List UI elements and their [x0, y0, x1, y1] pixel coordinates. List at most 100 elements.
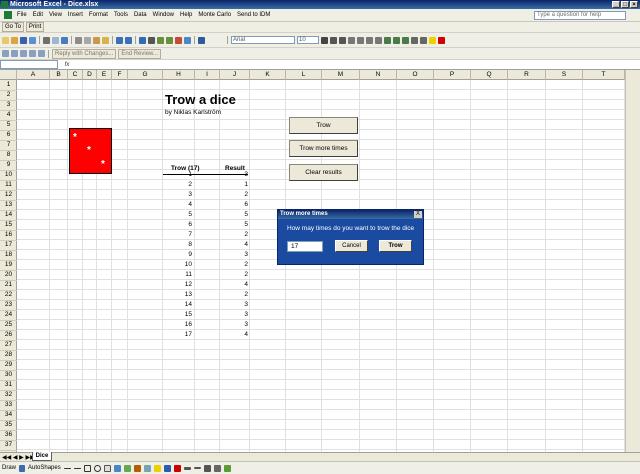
permission-icon[interactable] — [29, 36, 36, 44]
currency-icon[interactable] — [384, 36, 391, 44]
select-all-corner[interactable] — [0, 70, 17, 80]
arrow-icon[interactable] — [73, 467, 81, 469]
paste-icon[interactable] — [93, 36, 100, 44]
help-icon[interactable] — [198, 36, 205, 44]
col-h[interactable]: H — [163, 70, 195, 80]
menu-file[interactable]: File — [14, 9, 30, 22]
trow-cell[interactable]: 5 — [163, 210, 192, 220]
menu-view[interactable]: View — [46, 9, 65, 22]
textbox-icon[interactable] — [103, 464, 111, 472]
undo-icon[interactable] — [116, 36, 123, 44]
result-cell[interactable]: 2 — [220, 190, 248, 200]
sort-desc-icon[interactable] — [166, 36, 173, 44]
col-c[interactable]: C — [68, 70, 83, 80]
percent-icon[interactable] — [393, 36, 400, 44]
menu-tools[interactable]: Tools — [111, 9, 131, 22]
line-style-icon[interactable] — [183, 466, 191, 470]
picture-icon[interactable] — [143, 464, 151, 472]
formula-input[interactable] — [76, 60, 640, 69]
copy-icon[interactable] — [84, 36, 91, 44]
col-i[interactable]: I — [195, 70, 220, 80]
menu-insert[interactable]: Insert — [65, 9, 86, 22]
trow-cell[interactable]: 3 — [163, 190, 192, 200]
align-left-icon[interactable] — [348, 36, 355, 44]
align-right-icon[interactable] — [366, 36, 373, 44]
col-r[interactable]: R — [508, 70, 546, 80]
fill-color-icon[interactable] — [429, 36, 436, 44]
underline-icon[interactable] — [339, 36, 346, 44]
sheet-tab-dice[interactable]: Dice — [32, 452, 52, 461]
row-header[interactable]: 37 — [0, 440, 17, 451]
result-cell[interactable]: 1 — [220, 180, 248, 190]
trow-cell[interactable]: 8 — [163, 240, 192, 250]
trow-cell[interactable]: 13 — [163, 290, 192, 300]
trow-cell[interactable]: 4 — [163, 200, 192, 210]
new-icon[interactable] — [2, 36, 9, 44]
shadow-icon[interactable] — [213, 464, 221, 472]
protect-icon[interactable] — [20, 50, 27, 57]
share-icon[interactable] — [29, 50, 36, 57]
restore-button[interactable]: □ — [621, 1, 629, 8]
ask-question-input[interactable]: Type a question for help — [534, 11, 626, 20]
col-b[interactable]: B — [50, 70, 68, 80]
name-box[interactable] — [0, 60, 58, 69]
trow-more-times-button[interactable]: Trow more times — [289, 140, 358, 157]
col-f[interactable]: F — [112, 70, 128, 80]
menu-window[interactable]: Window — [150, 9, 177, 22]
result-cell[interactable]: 6 — [220, 200, 248, 210]
trow-cell[interactable]: 17 — [163, 330, 192, 340]
result-cell[interactable]: 5 — [220, 220, 248, 230]
times-input[interactable]: 17 — [287, 241, 323, 252]
wordart-icon[interactable] — [113, 464, 121, 472]
draw-menu[interactable]: Draw — [2, 465, 16, 471]
trow-cell[interactable]: 1 — [163, 170, 192, 180]
clipart-icon[interactable] — [133, 464, 141, 472]
autosum-icon[interactable] — [148, 36, 155, 44]
italic-icon[interactable] — [330, 36, 337, 44]
result-cell[interactable]: 2 — [220, 270, 248, 280]
trow-button[interactable]: Trow — [289, 117, 358, 134]
compare-icon[interactable] — [2, 50, 9, 57]
rectangle-icon[interactable] — [83, 464, 91, 472]
format-painter-icon[interactable] — [102, 36, 109, 44]
trow-cell[interactable]: 10 — [163, 260, 192, 270]
goto-button[interactable]: Go To — [2, 22, 24, 32]
col-n[interactable]: N — [360, 70, 397, 80]
print-preview-icon[interactable] — [52, 36, 59, 44]
comment-icon[interactable] — [38, 50, 45, 57]
redo-icon[interactable] — [125, 36, 132, 44]
col-q[interactable]: Q — [471, 70, 508, 80]
col-d[interactable]: D — [83, 70, 97, 80]
end-review-button[interactable]: End Review... — [118, 48, 162, 59]
menu-data[interactable]: Data — [131, 9, 150, 22]
result-cell[interactable]: 4 — [220, 240, 248, 250]
line-icon[interactable] — [63, 467, 71, 469]
trow-cell[interactable]: 15 — [163, 310, 192, 320]
print-icon[interactable] — [43, 36, 50, 44]
result-cell[interactable]: 5 — [220, 210, 248, 220]
menu-edit[interactable]: Edit — [30, 9, 46, 22]
col-p[interactable]: P — [434, 70, 471, 80]
cut-icon[interactable] — [75, 36, 82, 44]
comma-icon[interactable] — [402, 36, 409, 44]
bold-icon[interactable] — [321, 36, 328, 44]
draw-font-color-icon[interactable] — [173, 464, 181, 472]
font-color-icon[interactable] — [438, 36, 445, 44]
vertical-scrollbar[interactable] — [625, 70, 640, 452]
reply-with-changes-button[interactable]: Reply with Changes... — [52, 48, 117, 59]
fx-icon[interactable]: fx — [58, 62, 76, 68]
col-s[interactable]: S — [546, 70, 583, 80]
menu-send-to-idm[interactable]: Send to IDM — [234, 9, 273, 22]
menu-format[interactable]: Format — [86, 9, 111, 22]
dialog-cancel-button[interactable]: Cancel — [335, 240, 368, 252]
workbook-icon[interactable] — [4, 11, 12, 19]
diagram-icon[interactable] — [123, 464, 131, 472]
col-j[interactable]: J — [220, 70, 250, 80]
font-size-select[interactable]: 10 — [297, 36, 319, 44]
tab-scroll-arrows-icon[interactable]: ◀◀ ◀ ▶ ▶▶ — [2, 454, 35, 461]
track-icon[interactable] — [11, 50, 18, 57]
result-cell[interactable]: 2 — [220, 230, 248, 240]
col-l[interactable]: L — [286, 70, 322, 80]
col-a[interactable]: A — [17, 70, 50, 80]
draw-line-color-icon[interactable] — [163, 464, 171, 472]
